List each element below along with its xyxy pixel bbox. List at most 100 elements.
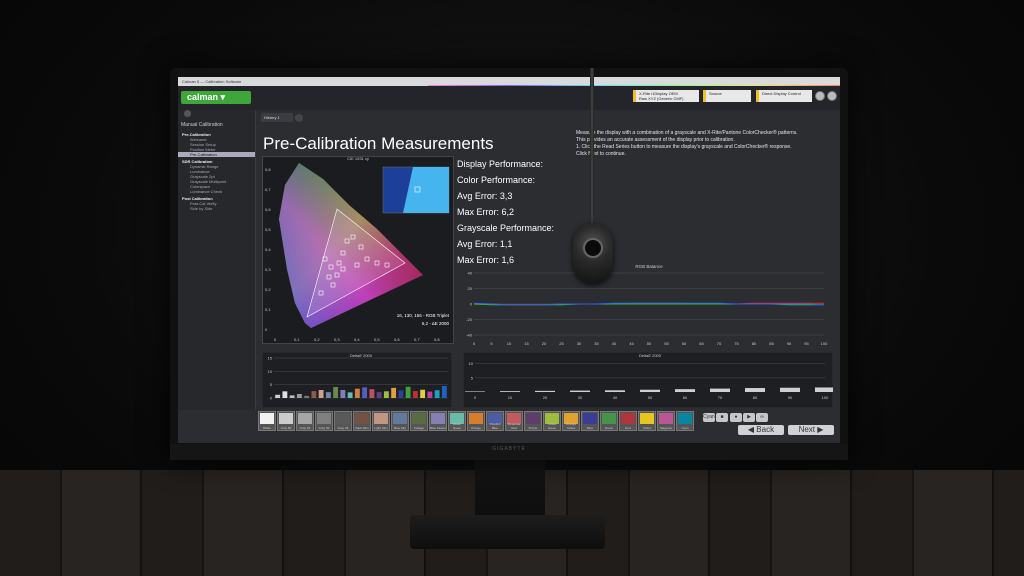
source-dropdown[interactable]: Source bbox=[703, 90, 751, 102]
de2-bar bbox=[605, 390, 625, 392]
rgb-x-tick: 5 bbox=[490, 341, 493, 346]
add-tab-icon[interactable] bbox=[295, 114, 303, 122]
read-series-icon[interactable]: ▶ bbox=[743, 413, 755, 422]
stop-icon[interactable]: ● bbox=[730, 413, 742, 422]
cie-x-tick: 0,3 bbox=[334, 337, 340, 342]
swatch-label: Orange Yellow bbox=[565, 422, 576, 430]
de2-y-tick: 10 bbox=[469, 361, 474, 366]
swatch-label: Dark Skin bbox=[355, 426, 369, 430]
color-swatch-button[interactable]: Blue bbox=[581, 411, 599, 431]
swatch-color bbox=[412, 413, 426, 424]
cie-y-tick: 0,6 bbox=[265, 207, 271, 212]
color-swatch-button[interactable]: Magenta bbox=[657, 411, 675, 431]
color-swatch-button[interactable]: Gray 80 bbox=[277, 411, 295, 431]
color-swatch-button[interactable]: Gray 50 bbox=[315, 411, 333, 431]
color-swatch-button[interactable]: White bbox=[258, 411, 276, 431]
color-swatch-button[interactable]: Foliage bbox=[410, 411, 428, 431]
back-button[interactable]: ◀ Back bbox=[738, 425, 784, 435]
cie-x-tick: 0,7 bbox=[414, 337, 420, 342]
rgb-balance-title: RGB Balance bbox=[635, 265, 663, 269]
color-swatch-button[interactable]: Orange bbox=[467, 411, 485, 431]
de1-bar bbox=[362, 387, 368, 398]
swatch-color bbox=[374, 413, 388, 424]
display-dropdown[interactable]: Direct Display Control bbox=[756, 90, 812, 102]
cie-x-tick: 0,2 bbox=[314, 337, 320, 342]
rgb-x-tick: 70 bbox=[717, 341, 722, 346]
rgb-x-tick: 15 bbox=[524, 341, 529, 346]
rgb-x-tick: 55 bbox=[664, 341, 669, 346]
color-swatch-button[interactable]: Orange Yellow bbox=[562, 411, 580, 431]
settings-icon[interactable] bbox=[815, 91, 825, 101]
next-button[interactable]: Next ▶ bbox=[788, 425, 834, 435]
de1-bar bbox=[296, 394, 302, 398]
cie-y-tick: 0,5 bbox=[265, 227, 271, 232]
color-swatch-button[interactable]: Yellow Green bbox=[543, 411, 561, 431]
color-swatch-button[interactable]: Red bbox=[619, 411, 637, 431]
meter-dropdown[interactable]: X-Rite i1Display OEM Raw XYZ (Generic CM… bbox=[633, 90, 699, 102]
de2-x-tick: 30 bbox=[578, 395, 583, 400]
color-swatch-button[interactable]: Gray 35 bbox=[334, 411, 352, 431]
monitor-stand-base bbox=[410, 515, 605, 549]
de1-bar bbox=[325, 392, 331, 398]
cie-rgb-triplet: 16, 130, 156 - RGB Triplet bbox=[397, 313, 450, 318]
instruction-line: 1. Click the Read Series button to measu… bbox=[576, 144, 792, 150]
de2-bar bbox=[675, 389, 695, 392]
color-swatch-button[interactable]: Gray 65 bbox=[296, 411, 314, 431]
swatch-color bbox=[640, 413, 654, 424]
swatch-color bbox=[279, 413, 293, 424]
color-swatch-button[interactable]: Cyan bbox=[676, 411, 694, 431]
swatch-color bbox=[469, 413, 483, 424]
de1-bar bbox=[354, 388, 360, 398]
de2-bar bbox=[640, 389, 660, 392]
swatch-label: Blue Flower bbox=[430, 426, 446, 430]
de2-x-tick: 80 bbox=[753, 395, 758, 400]
color-swatch-button[interactable]: Blue Flower bbox=[429, 411, 447, 431]
color-swatch-button[interactable]: Dark Skin bbox=[353, 411, 371, 431]
color-swatch-button[interactable]: Purple bbox=[524, 411, 542, 431]
de2-x-tick: 100 bbox=[822, 395, 829, 400]
de1-bar bbox=[391, 387, 397, 398]
cyan-swatch-button[interactable]: Cyan bbox=[703, 413, 715, 422]
swatch-label: Bluish Green bbox=[452, 422, 462, 430]
meter-sublabel: Raw XYZ (Generic CMF) bbox=[639, 96, 684, 101]
calman-logo-button[interactable]: calman ▾ bbox=[181, 91, 251, 104]
rgb-x-tick: 10 bbox=[507, 341, 512, 346]
de1-bar bbox=[427, 391, 433, 398]
color-swatch-button[interactable]: Bluish Green bbox=[448, 411, 466, 431]
read-button[interactable]: ■ bbox=[716, 413, 728, 422]
color-swatch-button[interactable]: Yellow bbox=[638, 411, 656, 431]
swatch-label: Gray 80 bbox=[280, 426, 292, 430]
sidebar-item[interactable]: Luminance Check bbox=[178, 189, 255, 194]
de1-bar bbox=[383, 391, 389, 398]
de2-x-tick: 50 bbox=[648, 395, 653, 400]
colorimeter-cable bbox=[590, 68, 594, 228]
color-swatch-button[interactable]: Purplish Blue bbox=[486, 411, 504, 431]
sidebar-item[interactable]: Pre-Calibration bbox=[178, 152, 255, 157]
cie-y-tick: 0,1 bbox=[265, 307, 271, 312]
sidebar-item[interactable]: Side by Side bbox=[178, 206, 255, 211]
de1-bar bbox=[282, 391, 288, 398]
color-swatch-button[interactable]: Green bbox=[600, 411, 618, 431]
de2-x-tick: 70 bbox=[718, 395, 723, 400]
de1-bar bbox=[405, 386, 411, 398]
continuous-icon[interactable]: ∞ bbox=[756, 413, 768, 422]
de1-y-tick: 10 bbox=[268, 369, 273, 374]
color-swatch-button[interactable]: Blue Sky bbox=[391, 411, 409, 431]
swatch-label: Red bbox=[625, 426, 631, 430]
tab-history-1[interactable]: History 1 bbox=[261, 113, 293, 122]
de1-y-tick: 15 bbox=[268, 356, 273, 361]
de1-bar bbox=[318, 390, 324, 398]
de2-x-tick: 60 bbox=[683, 395, 688, 400]
de2-title: DeltaE 2000 bbox=[639, 353, 662, 358]
de2-bar bbox=[465, 391, 485, 392]
color-swatch-button[interactable]: Moderate Red bbox=[505, 411, 523, 431]
cie-chart-svg: 0,8 0,7 0,6 0,5 0,4 0,3 0,2 0,1 0 0 0,1 0,2 0,3 0,4 0,… bbox=[265, 163, 450, 342]
grayscale-deltae-chart: DeltaE 20001050 10 20 30 40 50 60 70 80 90 100 bbox=[463, 352, 833, 408]
swatch-color bbox=[260, 413, 274, 424]
colorimeter-lens bbox=[583, 238, 603, 258]
rgb-y-tick: 0 bbox=[470, 302, 473, 307]
swatch-label: Yellow bbox=[642, 426, 652, 430]
help-icon[interactable] bbox=[827, 91, 837, 101]
color-swatch-button[interactable]: Light Skin bbox=[372, 411, 390, 431]
back-arrow-icon[interactable] bbox=[184, 110, 191, 117]
